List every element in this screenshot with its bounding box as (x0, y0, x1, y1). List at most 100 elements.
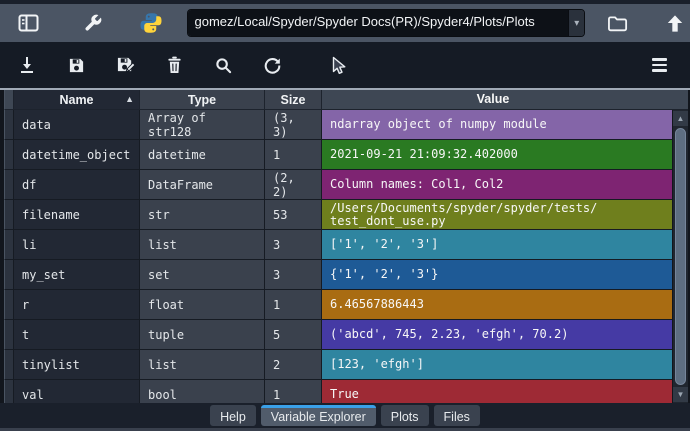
table-row[interactable]: filename str 53 /Users/Documents/spyder/… (4, 200, 688, 230)
save-floppy-icon (68, 57, 85, 74)
sort-ascending-icon: ▲ (125, 94, 134, 104)
import-data-button[interactable] (12, 50, 42, 80)
pane-tab-help[interactable]: Help (210, 405, 256, 426)
table-row[interactable]: r float 1 6.46567886443 (4, 290, 688, 320)
cell-size[interactable]: 5 (265, 320, 322, 350)
table-row[interactable]: my_set set 3 {'1', '2', '3'} (4, 260, 688, 290)
scroll-up-button[interactable]: ▲ (673, 111, 688, 126)
row-handle[interactable] (4, 290, 14, 320)
layout-panel-button[interactable] (14, 8, 44, 38)
table-header: Name ▲ Type Size Value (4, 90, 688, 110)
cell-size[interactable]: 1 (265, 380, 322, 403)
trash-icon (167, 56, 182, 74)
cell-name[interactable]: filename (14, 200, 140, 230)
column-label: Type (187, 92, 217, 107)
cell-size[interactable]: 2 (265, 350, 322, 380)
arrow-up-icon (666, 14, 684, 33)
table-row[interactable]: li list 3 ['1', '2', '3'] (4, 230, 688, 260)
cell-name[interactable]: df (14, 170, 140, 200)
remove-variables-button[interactable] (159, 50, 189, 80)
cell-type[interactable]: Array of str128 (140, 110, 265, 140)
cell-type[interactable]: DataFrame (140, 170, 265, 200)
cell-value[interactable]: ['1', '2', '3'] (322, 230, 688, 260)
scroll-down-button[interactable]: ▼ (673, 387, 688, 402)
scrollbar-thumb[interactable] (675, 128, 686, 385)
cell-value[interactable]: [123, 'efgh'] (322, 350, 688, 380)
row-handle[interactable] (4, 350, 14, 380)
search-icon (215, 57, 232, 74)
save-data-button[interactable] (61, 50, 91, 80)
cell-value[interactable]: 2021-09-21 21:09:32.402000 (322, 140, 688, 170)
cell-name[interactable]: data (14, 110, 140, 140)
row-handle[interactable] (4, 320, 14, 350)
cell-name[interactable]: t (14, 320, 140, 350)
row-handle[interactable] (4, 260, 14, 290)
row-handle[interactable] (4, 230, 14, 260)
options-menu-button[interactable] (644, 50, 674, 80)
cell-value[interactable]: 6.46567886443 (322, 290, 688, 320)
row-handle[interactable] (4, 110, 14, 140)
table-row[interactable]: datetime_object datetime 1 2021-09-21 21… (4, 140, 688, 170)
cell-size[interactable]: 53 (265, 200, 322, 230)
working-directory-value[interactable]: gomez/Local/Spyder/Spyder Docs(PR)/Spyde… (188, 10, 569, 36)
row-handle[interactable] (4, 170, 14, 200)
chevron-down-icon[interactable]: ▾ (568, 10, 585, 36)
cell-type[interactable]: list (140, 230, 265, 260)
cell-value[interactable]: ('abcd', 745, 2.23, 'efgh', 70.2) (322, 320, 688, 350)
cell-name[interactable]: li (14, 230, 140, 260)
working-directory-combobox[interactable]: gomez/Local/Spyder/Spyder Docs(PR)/Spyde… (187, 9, 586, 37)
cell-size[interactable]: 1 (265, 290, 322, 320)
row-handle[interactable] (4, 200, 14, 230)
cell-size[interactable]: (3, 3) (265, 110, 322, 140)
cell-size[interactable]: 1 (265, 140, 322, 170)
search-button[interactable] (208, 50, 238, 80)
table-row[interactable]: data Array of str128 (3, 3) ndarray obje… (4, 110, 688, 140)
table-row[interactable]: tinylist list 2 [123, 'efgh'] (4, 350, 688, 380)
pane-tab-files[interactable]: Files (433, 405, 480, 426)
main-toolbar: gomez/Local/Spyder/Spyder Docs(PR)/Spyde… (0, 4, 690, 42)
cell-name[interactable]: my_set (14, 260, 140, 290)
row-handle[interactable] (4, 140, 14, 170)
cell-name[interactable]: r (14, 290, 140, 320)
python-environment-button[interactable] (136, 8, 166, 38)
cell-type[interactable]: tuple (140, 320, 265, 350)
cell-type[interactable]: float (140, 290, 265, 320)
browse-directory-button[interactable] (603, 8, 633, 38)
wrench-icon (83, 13, 103, 33)
cell-type[interactable]: set (140, 260, 265, 290)
cell-value[interactable]: ndarray object of numpy module (322, 110, 688, 140)
cell-type[interactable]: str (140, 200, 265, 230)
cell-name[interactable]: datetime_object (14, 140, 140, 170)
table-row[interactable]: df DataFrame (2, 2) Column names: Col1, … (4, 170, 688, 200)
corner-header (4, 90, 14, 110)
cell-size[interactable]: 3 (265, 260, 322, 290)
cell-type[interactable]: list (140, 350, 265, 380)
cell-size[interactable]: (2, 2) (265, 170, 322, 200)
save-data-as-button[interactable] (110, 50, 140, 80)
tab-label: Files (443, 410, 470, 424)
cell-value[interactable]: {'1', '2', '3'} (322, 260, 688, 290)
cell-type[interactable]: datetime (140, 140, 265, 170)
cell-value[interactable]: True (322, 380, 688, 403)
row-handle[interactable] (4, 380, 14, 403)
vertical-scrollbar[interactable]: ▲ ▼ (672, 110, 688, 403)
cell-value[interactable]: /Users/Documents/spyder/spyder/tests/ te… (322, 200, 688, 230)
pane-tab-variable-explorer[interactable]: Variable Explorer (260, 405, 376, 426)
pane-tab-plots[interactable]: Plots (380, 405, 429, 426)
column-header-size[interactable]: Size (265, 90, 322, 110)
table-row[interactable]: val bool 1 True (4, 380, 688, 403)
refresh-button[interactable] (257, 50, 287, 80)
table-row[interactable]: t tuple 5 ('abcd', 745, 2.23, 'efgh', 70… (4, 320, 688, 350)
cell-name[interactable]: val (14, 380, 140, 403)
column-header-type[interactable]: Type (140, 90, 265, 110)
column-header-name[interactable]: Name ▲ (14, 90, 140, 110)
column-header-value[interactable]: Value (322, 90, 688, 110)
scroll-down-icon: ▼ (676, 390, 685, 399)
parent-directory-button[interactable] (660, 8, 690, 38)
cell-type[interactable]: bool (140, 380, 265, 403)
tools-button[interactable] (78, 8, 108, 38)
cell-size[interactable]: 3 (265, 230, 322, 260)
cell-value[interactable]: Column names: Col1, Col2 (322, 170, 688, 200)
pane-tabbar: Help Variable Explorer Plots Files (0, 403, 690, 428)
cell-name[interactable]: tinylist (14, 350, 140, 380)
